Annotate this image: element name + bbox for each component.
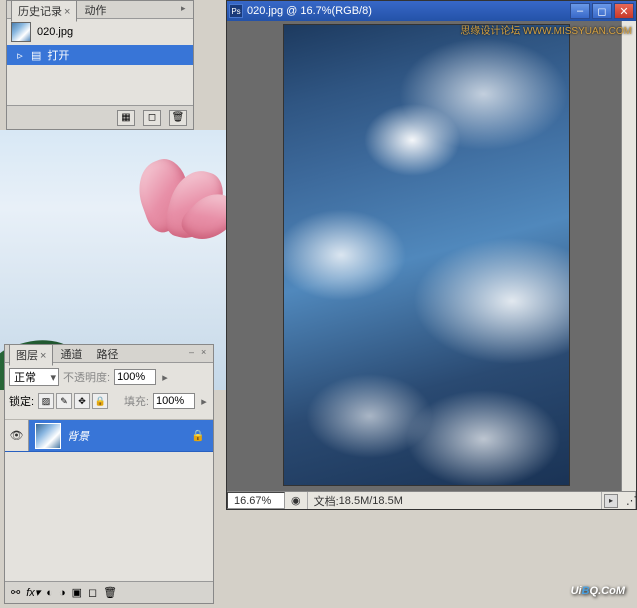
lock-position-icon[interactable]: ✥	[74, 393, 90, 409]
history-panel: 历史记录× 动作 ▸ 020.jpg ▹ ▤ 打开 ▦ ◻ 🗑	[6, 0, 194, 130]
fill-input[interactable]: 100%	[153, 393, 195, 409]
history-panel-footer: ▦ ◻ 🗑	[7, 105, 193, 129]
lock-transparent-icon[interactable]: ▨	[38, 393, 54, 409]
status-bar: 16.67% ◉ 文档:18.5M/18.5M ▸ ⋰	[227, 491, 636, 509]
layer-visibility-toggle[interactable]: 👁	[5, 420, 29, 451]
vertical-scrollbar[interactable]	[621, 21, 636, 491]
history-step-label: 打开	[47, 47, 69, 63]
canvas-area[interactable]	[227, 21, 621, 491]
history-tabs: 历史记录× 动作 ▸	[7, 1, 193, 19]
window-title: 020.jpg @ 16.7%(RGB/8)	[247, 5, 566, 17]
minimize-button[interactable]: –	[570, 3, 590, 19]
app-icon[interactable]: Ps	[229, 4, 243, 18]
status-menu-icon[interactable]: ◉	[285, 492, 308, 509]
eye-icon: 👁	[10, 429, 24, 442]
layers-tabs: 图层× 通道 路径 – ×	[5, 345, 213, 363]
delete-layer-icon[interactable]: 🗑	[103, 586, 117, 599]
document-size-info[interactable]: 文档:18.5M/18.5M	[308, 492, 602, 509]
tab-layers[interactable]: 图层×	[9, 344, 53, 366]
history-pointer-icon: ▹	[15, 50, 25, 60]
new-group-icon[interactable]: ▣	[72, 586, 82, 599]
fill-label: 填充:	[124, 393, 149, 409]
close-button[interactable]: ✕	[614, 3, 634, 19]
site-logo: UiBQ.CoM	[571, 577, 625, 600]
minimize-panel-icon[interactable]: –	[189, 347, 199, 357]
document-window: Ps 020.jpg @ 16.7%(RGB/8) – ◻ ✕ 思缘设计论坛 W…	[226, 0, 637, 510]
close-icon[interactable]: ×	[64, 6, 70, 18]
tab-paths[interactable]: 路径	[89, 343, 125, 365]
new-layer-icon[interactable]: ◻	[88, 586, 97, 599]
tab-history[interactable]: 历史记录×	[11, 0, 77, 22]
watermark-text: 思缘设计论坛 WWW.MISSYUAN.COM	[460, 22, 632, 37]
layers-controls: 正常 不透明度: 100% ▸ 锁定: ▨ ✎ ✥ 🔒 填充: 100% ▸	[5, 363, 213, 420]
zoom-level-input[interactable]: 16.67%	[227, 492, 285, 509]
lock-icon: 🔒	[191, 429, 205, 442]
document-image-sky	[284, 25, 569, 485]
lock-label: 锁定:	[9, 393, 34, 409]
scroll-right-icon[interactable]: ▸	[604, 494, 618, 508]
close-panel-icon[interactable]: ×	[201, 347, 211, 357]
history-step-open[interactable]: ▹ ▤ 打开	[7, 45, 193, 65]
new-snapshot-icon[interactable]: ◻	[143, 110, 161, 126]
layer-thumbnail[interactable]	[35, 423, 61, 449]
resize-grip[interactable]: ⋰	[620, 492, 636, 509]
tab-actions[interactable]: 动作	[77, 0, 113, 21]
lock-options: ▨ ✎ ✥ 🔒	[38, 393, 108, 409]
layer-item-background[interactable]: 👁 背景 🔒	[5, 420, 213, 452]
lock-all-icon[interactable]: 🔒	[92, 393, 108, 409]
lotus-flower	[130, 160, 230, 260]
create-document-icon[interactable]: ▦	[117, 110, 135, 126]
history-step-icon: ▤	[31, 49, 41, 62]
panel-menu-icon[interactable]: ▸	[181, 3, 191, 13]
layer-mask-icon[interactable]: ◐	[46, 587, 53, 599]
opacity-label: 不透明度:	[63, 369, 110, 385]
opacity-input[interactable]: 100%	[114, 369, 156, 385]
history-snapshot-item[interactable]: 020.jpg	[7, 19, 193, 45]
trash-icon[interactable]: 🗑	[169, 110, 187, 126]
tab-channels[interactable]: 通道	[53, 343, 89, 365]
layer-fx-icon[interactable]: fx▾	[26, 586, 40, 599]
lock-pixels-icon[interactable]: ✎	[56, 393, 72, 409]
link-layers-icon[interactable]: ⚯	[11, 586, 20, 599]
snapshot-thumbnail	[11, 22, 31, 42]
close-icon[interactable]: ×	[40, 350, 46, 362]
opacity-slider-arrow-icon[interactable]: ▸	[160, 371, 170, 384]
snapshot-filename: 020.jpg	[37, 26, 73, 38]
blend-mode-select[interactable]: 正常	[9, 368, 59, 386]
layers-panel-footer: ⚯ fx▾ ◐ ◑ ▣ ◻ 🗑	[5, 581, 213, 603]
layer-name[interactable]: 背景	[67, 428, 191, 444]
adjustment-layer-icon[interactable]: ◑	[59, 587, 66, 599]
fill-slider-arrow-icon[interactable]: ▸	[199, 395, 209, 408]
layers-panel: 图层× 通道 路径 – × 正常 不透明度: 100% ▸ 锁定: ▨ ✎ ✥ …	[4, 344, 214, 604]
titlebar[interactable]: Ps 020.jpg @ 16.7%(RGB/8) – ◻ ✕	[227, 1, 636, 21]
maximize-button[interactable]: ◻	[592, 3, 612, 19]
